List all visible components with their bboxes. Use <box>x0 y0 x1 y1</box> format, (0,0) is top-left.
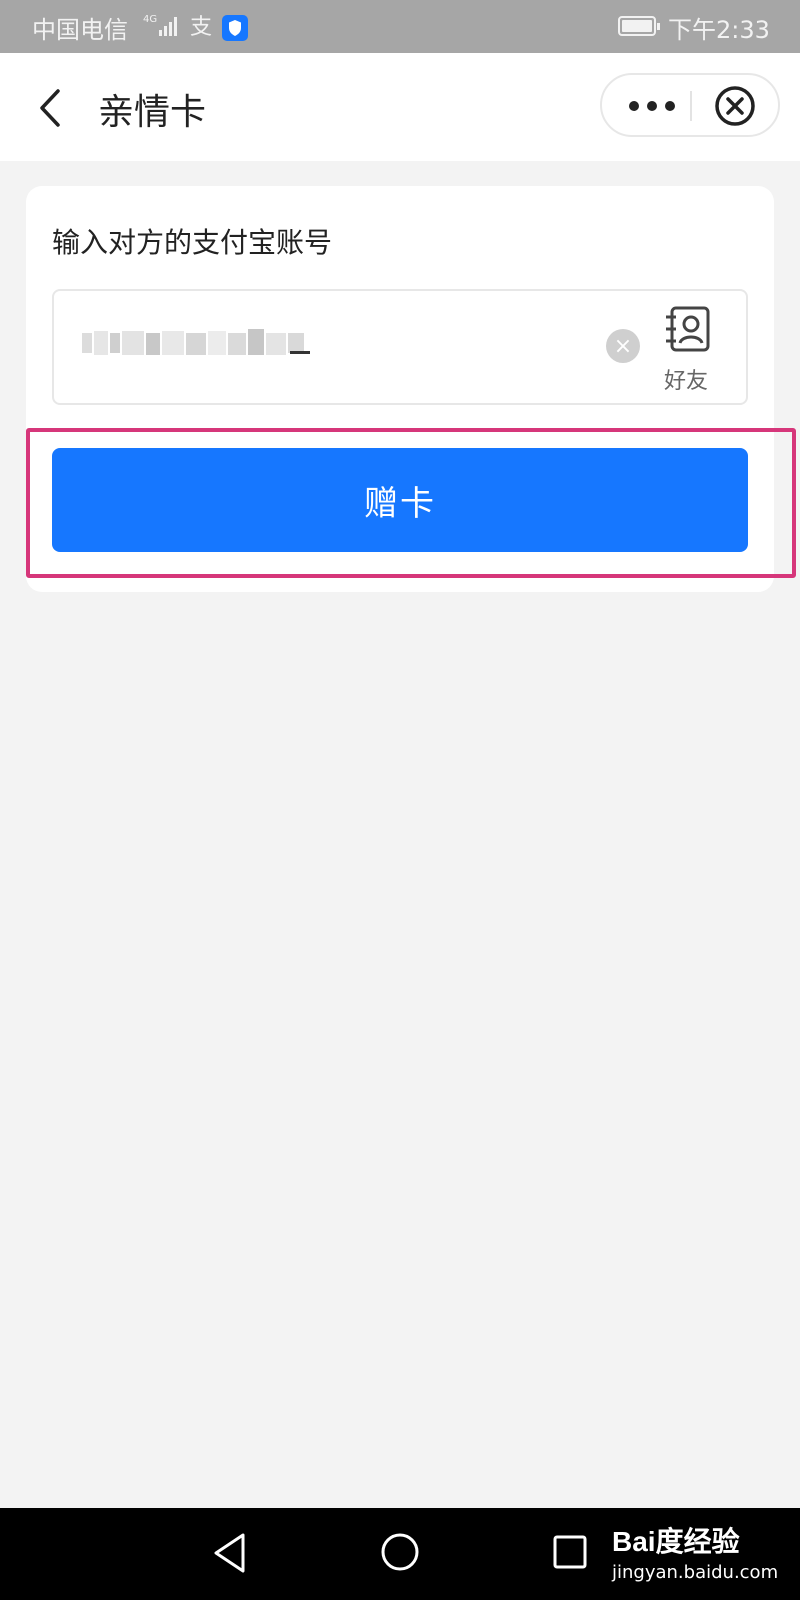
friend-contacts-button[interactable]: 好友 <box>654 301 718 394</box>
watermark-url: jingyan.baidu.com <box>612 1562 779 1583</box>
system-back-icon[interactable] <box>210 1530 250 1576</box>
clear-input-icon[interactable]: × <box>606 329 640 363</box>
mini-program-capsule <box>600 73 780 137</box>
shield-icon <box>222 15 248 41</box>
masked-account-value <box>82 329 310 355</box>
baidu-jingyan-watermark: Bai度经验 jingyan.baidu.com <box>612 1520 778 1583</box>
nav-bar: 亲情卡 <box>0 53 800 161</box>
account-input[interactable]: × 好友 <box>52 289 748 405</box>
more-dots-icon[interactable] <box>622 93 682 119</box>
system-home-icon[interactable] <box>380 1532 420 1572</box>
capsule-divider <box>690 91 692 121</box>
account-input-label: 输入对方的支付宝账号 <box>52 226 333 259</box>
gift-card-button[interactable]: 赠卡 <box>52 448 748 552</box>
battery-icon <box>618 16 660 36</box>
circle-close-icon[interactable] <box>714 85 756 127</box>
gift-card-form: 输入对方的支付宝账号 × 好友 赠卡 <box>26 186 774 592</box>
contacts-icon <box>666 306 710 352</box>
page-title: 亲情卡 <box>98 92 207 133</box>
signal-icon: 4G <box>143 14 177 36</box>
friend-label: 好友 <box>663 369 708 394</box>
status-bar: 中国电信 4G 支 下午2:33 <box>0 0 800 53</box>
system-nav-bar: Bai度经验 jingyan.baidu.com <box>0 1508 800 1600</box>
status-time: 下午2:33 <box>668 16 770 44</box>
system-recents-icon[interactable] <box>552 1534 588 1570</box>
alipay-status-icon: 支 <box>190 15 213 40</box>
carrier-label: 中国电信 <box>32 16 128 44</box>
watermark-brand: Bai度经验 <box>612 1526 740 1557</box>
svg-text:4G: 4G <box>143 14 157 25</box>
chevron-left-icon[interactable] <box>30 83 70 133</box>
